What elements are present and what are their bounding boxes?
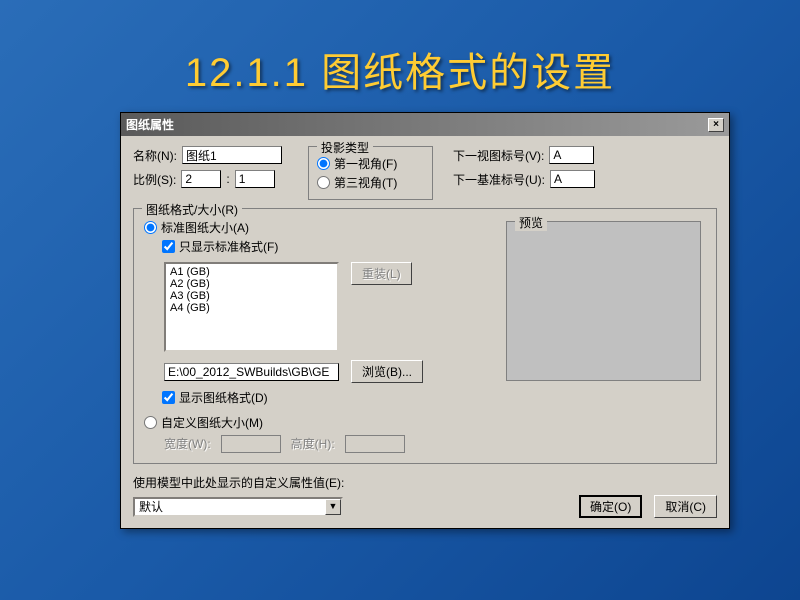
- preview-panel: 预览: [506, 221, 701, 381]
- path-input[interactable]: [164, 363, 339, 381]
- list-item[interactable]: A3 (GB): [168, 290, 335, 302]
- chevron-down-icon: ▼: [325, 499, 341, 515]
- next-datum-input[interactable]: [550, 170, 595, 188]
- height-label: 高度(H):: [291, 435, 335, 453]
- third-angle-radio[interactable]: [317, 176, 330, 189]
- projection-group-title: 投影类型: [317, 139, 373, 156]
- list-item[interactable]: A1 (GB): [168, 266, 335, 278]
- standard-size-label: 标准图纸大小(A): [161, 219, 249, 236]
- format-group-title: 图纸格式/大小(R): [142, 201, 242, 218]
- ok-button[interactable]: 确定(O): [579, 495, 642, 518]
- reload-button[interactable]: 重装(L): [351, 262, 412, 285]
- titlebar: 图纸属性 ×: [121, 113, 729, 136]
- name-input[interactable]: [182, 146, 282, 164]
- first-angle-radio[interactable]: [317, 157, 330, 170]
- scale-sep: :: [226, 172, 229, 186]
- format-listbox[interactable]: A1 (GB) A2 (GB) A3 (GB) A4 (GB): [164, 262, 339, 352]
- show-format-check[interactable]: [162, 391, 175, 404]
- custom-prop-dropdown[interactable]: 默认 ▼: [133, 497, 343, 517]
- preview-label: 预览: [515, 214, 547, 231]
- scale-den-input[interactable]: [235, 170, 275, 188]
- width-label: 宽度(W):: [164, 435, 211, 453]
- sheet-properties-dialog: 图纸属性 × 名称(N): 比例(S): : 投影类型: [120, 112, 730, 529]
- first-angle-label: 第一视角(F): [334, 155, 397, 172]
- name-label: 名称(N):: [133, 147, 177, 164]
- next-datum-label: 下一基准标号(U):: [453, 171, 545, 188]
- close-button[interactable]: ×: [708, 118, 724, 132]
- standard-size-radio[interactable]: [144, 221, 157, 234]
- next-view-label: 下一视图标号(V):: [453, 147, 544, 164]
- custom-size-radio[interactable]: [144, 416, 157, 429]
- browse-button[interactable]: 浏览(B)...: [351, 360, 423, 383]
- cancel-button[interactable]: 取消(C): [654, 495, 717, 518]
- third-angle-label: 第三视角(T): [334, 174, 397, 191]
- custom-prop-label: 使用模型中此处显示的自定义属性值(E):: [133, 474, 717, 491]
- only-standard-check[interactable]: [162, 240, 175, 253]
- custom-size-label: 自定义图纸大小(M): [161, 414, 263, 431]
- height-input: [345, 435, 405, 453]
- list-item[interactable]: A4 (GB): [168, 302, 335, 314]
- slide-title: 12.1.1 图纸格式的设置: [0, 0, 800, 113]
- width-input: [221, 435, 281, 453]
- only-standard-label: 只显示标准格式(F): [179, 238, 278, 255]
- scale-num-input[interactable]: [181, 170, 221, 188]
- show-format-label: 显示图纸格式(D): [179, 389, 268, 406]
- next-view-input[interactable]: [549, 146, 594, 164]
- dropdown-value: 默认: [139, 498, 163, 515]
- dialog-title: 图纸属性: [126, 116, 174, 133]
- list-item[interactable]: A2 (GB): [168, 278, 335, 290]
- scale-label: 比例(S):: [133, 171, 176, 188]
